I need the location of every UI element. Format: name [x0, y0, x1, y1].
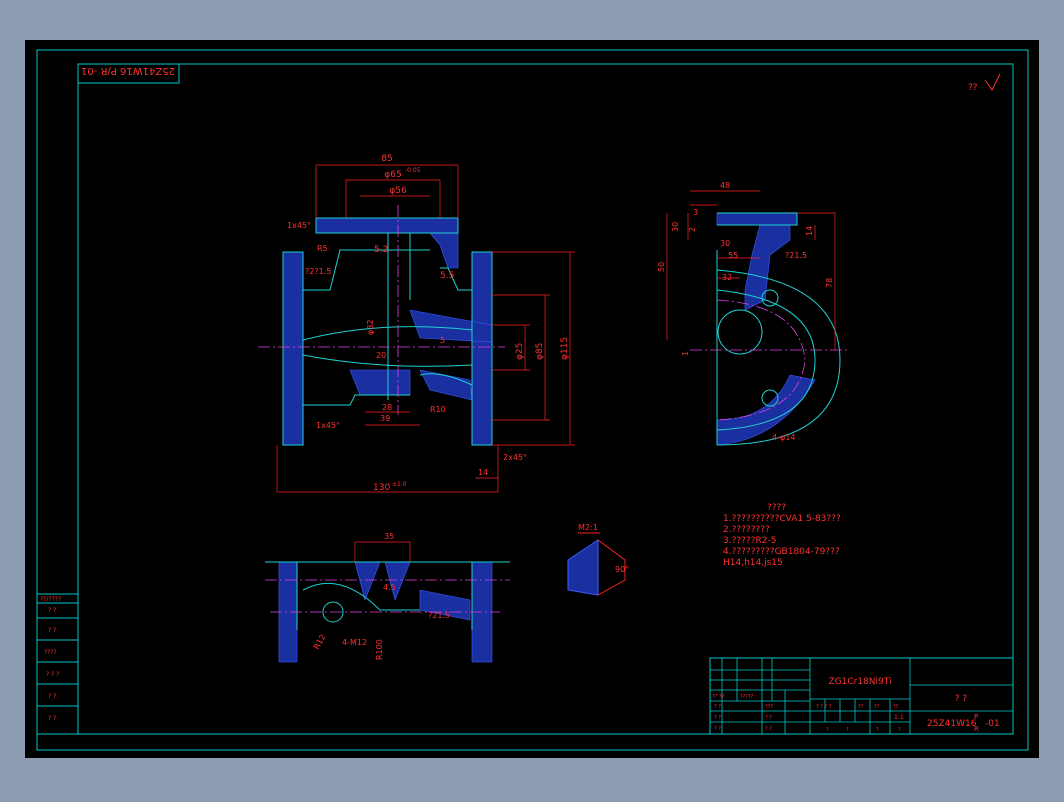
- drawing-number-suffix: -01: [985, 719, 1000, 729]
- side-dim-1: 1: [681, 351, 690, 356]
- side-row-4: ????: [44, 649, 57, 656]
- side-row-2: ? ?: [48, 607, 56, 614]
- left-label-1: ?? ??: [712, 694, 725, 700]
- bottom-cell-1: ?: [826, 727, 829, 733]
- dim-130-tol: ±1.0: [392, 481, 407, 488]
- dim-14: 14: [478, 468, 488, 477]
- dim-115: φ115: [560, 337, 570, 360]
- bottom-dim-thread: ?21.5: [428, 611, 450, 620]
- side-dim-30b: 30: [720, 239, 730, 248]
- notes-title: ????: [767, 503, 786, 513]
- left-label-4: ? ?: [714, 715, 721, 721]
- cell-2: ??: [858, 704, 864, 710]
- side-dim-4d14: 4-φ14: [772, 433, 795, 442]
- cell-4: ??: [893, 704, 899, 710]
- roughness-note: ??: [968, 83, 978, 93]
- dim-20: 20: [376, 351, 386, 360]
- side-row-6: ? ?: [48, 693, 56, 700]
- side-dim-thread: ?21.5: [785, 251, 807, 260]
- dim-85b: φ85: [535, 343, 545, 360]
- drawing-number-sub: R: [974, 725, 979, 733]
- dim-55: 5.5: [440, 271, 454, 281]
- side-row-3: ? ?: [48, 627, 56, 634]
- side-dim-78: 78: [825, 278, 834, 288]
- dim-5: 5: [440, 336, 445, 345]
- dim-r5: R5: [317, 244, 328, 253]
- bottom-dim-m12: 4-M12: [342, 638, 367, 647]
- side-dim-30: 30: [671, 222, 680, 232]
- left-label-2: ?????: [740, 694, 754, 700]
- cell-3: ??: [874, 704, 880, 710]
- side-dim-14: 14: [805, 226, 814, 236]
- note-line-4: 4.?????????GB1804-79???: [723, 547, 840, 557]
- mid-label-1: ???: [765, 704, 773, 710]
- hatch-lower-wall: [349, 369, 411, 396]
- side-dim-3: 3: [693, 208, 698, 217]
- side-dim-50: 50: [657, 262, 666, 272]
- corner-label: 25Z41W16 P/R -01: [81, 65, 175, 76]
- bottom-cell-2: ?: [846, 727, 849, 733]
- hatch-right-flange: [471, 251, 493, 446]
- dim-25: φ25: [515, 343, 525, 360]
- mid-label-3: ? ?: [765, 726, 772, 732]
- dim-r10: R10: [430, 405, 446, 414]
- left-label-3: ? ?: [714, 704, 721, 710]
- dim-65: φ65: [384, 170, 401, 180]
- drawing-viewport: 25Z41W16 P/R -01 ?? 85 φ65 -0.05 φ56 1x4…: [0, 0, 1064, 798]
- note-line-1: 1.??????????CVA1 5-83???: [723, 514, 841, 524]
- dim-56: φ56: [389, 186, 407, 196]
- scale: 1:1: [894, 714, 904, 721]
- mid-label-2: ? ?: [765, 715, 772, 721]
- detail-angle: 90°: [615, 565, 629, 574]
- bottom-dim-35: 35: [384, 532, 394, 541]
- note-line-2: 2.????????: [723, 525, 770, 535]
- dim-52: 5.2: [374, 245, 388, 255]
- side-hatch-flange: [716, 212, 798, 226]
- drawing-number: 25Z41W16: [927, 719, 977, 729]
- dim-2x45: 2x45°: [503, 453, 527, 462]
- dim-1x45b: 1x45°: [316, 421, 340, 430]
- dim-32: φ32: [366, 320, 375, 335]
- hatch-top-flange: [315, 217, 459, 234]
- note-line-5: H14,h14,js15: [723, 558, 783, 568]
- dim-130: 130: [373, 483, 390, 493]
- side-row-1: ??/????: [40, 596, 61, 603]
- note-line-3: 3.?????R2-5: [723, 536, 776, 546]
- side-row-5: ? ? ?: [46, 671, 59, 678]
- cell-1: ? ? ? ?: [816, 704, 832, 710]
- dim-65-tol: -0.05: [405, 167, 421, 174]
- side-dim-32: 32: [722, 273, 732, 282]
- drawing-sheet: [25, 40, 1039, 758]
- dim-28: 28: [382, 403, 392, 412]
- cad-drawing: 25Z41W16 P/R -01 ?? 85 φ65 -0.05 φ56 1x4…: [25, 40, 1039, 758]
- detail-tag: M2:1: [578, 523, 598, 532]
- side-dim-2: 2: [688, 227, 697, 232]
- dim-85: 85: [381, 154, 392, 164]
- part-name: ? ?: [955, 694, 968, 704]
- dim-39: 39: [380, 414, 390, 423]
- drawing-number-sup: P: [974, 713, 978, 721]
- side-row-7: ? ?: [48, 715, 56, 722]
- left-label-5: ? ?: [714, 726, 721, 732]
- hatch-left-flange: [282, 251, 304, 446]
- dim-1x45: 1x45°: [287, 221, 311, 230]
- side-dim-48: 48: [720, 181, 730, 190]
- bottom-dim-r100: R100: [375, 639, 384, 660]
- material: ZG1Cr18Ni9Ti: [829, 677, 892, 687]
- bottom-cell-3: ?: [876, 727, 879, 733]
- bottom-cell-4: ?: [898, 727, 901, 733]
- dim-thread: ?2?1.5: [305, 267, 331, 276]
- bottom-dim-45: 4.5: [383, 583, 396, 592]
- side-dim-55: 55: [728, 251, 738, 260]
